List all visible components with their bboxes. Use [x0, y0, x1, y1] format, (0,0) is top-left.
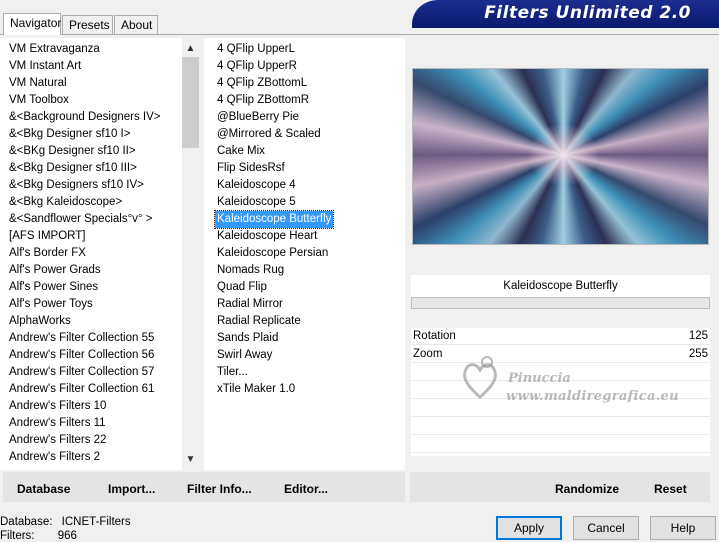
category-item[interactable]: [AFS IMPORT]: [0, 228, 85, 245]
help-button[interactable]: Help: [650, 516, 716, 540]
param-row-empty: [411, 418, 710, 435]
category-item[interactable]: AlphaWorks: [0, 313, 71, 330]
right-button-bar: Randomize Reset: [410, 472, 710, 502]
status-filters-label: Filters:: [0, 530, 35, 542]
filter-item[interactable]: Kaleidoscope Persian: [208, 245, 328, 262]
scroll-down-icon[interactable]: ▼: [182, 451, 199, 468]
category-item[interactable]: Alf's Power Sines: [0, 279, 98, 296]
filter-info-button[interactable]: Filter Info...: [187, 482, 252, 496]
category-scrollbar[interactable]: ▲ ▼: [182, 38, 199, 470]
filter-item[interactable]: 4 QFlip ZBottomL: [208, 75, 307, 92]
filter-item[interactable]: Radial Replicate: [208, 313, 301, 330]
param-row-rotation[interactable]: Rotation 125: [411, 328, 710, 345]
category-item[interactable]: Andrew's Filter Collection 57: [0, 364, 154, 381]
filter-item[interactable]: Swirl Away: [208, 347, 272, 364]
category-item[interactable]: &<Bkg Designer sf10 I>: [0, 126, 130, 143]
category-item[interactable]: &<Bkg Designers sf10 IV>: [0, 177, 144, 194]
param-label: Rotation: [413, 330, 456, 342]
filter-item[interactable]: xTile Maker 1.0: [208, 381, 295, 398]
category-item[interactable]: &<Sandflower Specials°v° >: [0, 211, 152, 228]
status-filters: Filters: 966: [0, 530, 77, 542]
progress-bar: [411, 297, 710, 309]
tab-content-border: [0, 34, 719, 35]
scroll-up-icon[interactable]: ▲: [182, 40, 199, 57]
category-item[interactable]: &<Bkg Designer sf10 III>: [0, 160, 137, 177]
filter-list[interactable]: 4 QFlip UpperL 4 QFlip UpperR 4 QFlip ZB…: [204, 38, 405, 470]
database-button[interactable]: Database: [17, 482, 70, 496]
apply-button[interactable]: Apply: [496, 516, 562, 540]
status-database: Database: ICNET-Filters: [0, 516, 131, 528]
category-item[interactable]: &<BKg Designer sf10 II>: [0, 143, 136, 160]
filter-item[interactable]: 4 QFlip ZBottomR: [208, 92, 309, 109]
reset-button[interactable]: Reset: [654, 482, 687, 496]
filter-item[interactable]: @Mirrored & Scaled: [208, 126, 321, 143]
watermark-heart-icon: [463, 356, 497, 399]
randomize-button[interactable]: Randomize: [555, 482, 619, 496]
category-item[interactable]: Andrew's Filters 11: [0, 415, 106, 432]
import-button[interactable]: Import...: [108, 482, 155, 496]
category-item[interactable]: VM Toolbox: [0, 92, 69, 109]
filter-item[interactable]: Flip SidesRsf: [208, 160, 285, 177]
category-item[interactable]: Andrew's Filter Collection 56: [0, 347, 154, 364]
category-item[interactable]: Andrew's Filter Collection 55: [0, 330, 154, 347]
filter-item[interactable]: Nomads Rug: [208, 262, 284, 279]
status-filters-value: 966: [57, 530, 77, 542]
category-item[interactable]: Andrew's Filters 10: [0, 398, 106, 415]
category-item[interactable]: &<Background Designers IV>: [0, 109, 161, 126]
filter-item[interactable]: 4 QFlip UpperL: [208, 41, 295, 58]
param-label: Zoom: [413, 348, 443, 360]
scrollbar-thumb[interactable]: [182, 57, 199, 148]
filter-item[interactable]: Quad Flip: [208, 279, 267, 296]
status-database-value: ICNET-Filters: [61, 516, 131, 528]
watermark-name: Pinuccia: [508, 371, 571, 386]
category-item-selected[interactable]: &<Bkg Kaleidoscope>: [0, 194, 122, 211]
editor-button[interactable]: Editor...: [284, 482, 328, 496]
watermark-url: www.maldiregrafica.eu: [506, 389, 679, 404]
filter-item[interactable]: Tiler...: [208, 364, 248, 381]
filter-name-label: Kaleidoscope Butterfly: [411, 275, 710, 297]
filter-preview-image: [412, 68, 709, 245]
filter-item[interactable]: Kaleidoscope Heart: [208, 228, 317, 245]
param-value: 125: [688, 330, 708, 342]
param-row-empty: [411, 436, 710, 453]
filters-unlimited-banner: Filters Unlimited 2.0: [412, 0, 719, 28]
tab-about[interactable]: About: [114, 15, 158, 34]
status-database-label: Database:: [0, 516, 53, 528]
left-button-bar: Database Import... Filter Info... Editor…: [3, 472, 405, 502]
watermark: Pinuccia www.maldiregrafica.eu: [460, 353, 700, 413]
category-item[interactable]: VM Natural: [0, 75, 67, 92]
filter-item[interactable]: Kaleidoscope 5: [208, 194, 296, 211]
tab-navigator[interactable]: Navigator: [3, 13, 61, 35]
category-item[interactable]: VM Instant Art: [0, 58, 81, 75]
banner-title: Filters Unlimited 2.0: [484, 3, 691, 23]
category-item[interactable]: VM Extravaganza: [0, 41, 100, 58]
category-item[interactable]: Alf's Power Grads: [0, 262, 101, 279]
tab-presets[interactable]: Presets: [62, 15, 113, 34]
category-item[interactable]: Andrew's Filters 2: [0, 449, 100, 466]
filter-item[interactable]: Kaleidoscope 4: [208, 177, 296, 194]
filter-item-selected[interactable]: Kaleidoscope Butterfly: [213, 210, 335, 229]
category-item[interactable]: Alf's Power Toys: [0, 296, 93, 313]
cancel-button[interactable]: Cancel: [573, 516, 639, 540]
filter-item[interactable]: Cake Mix: [208, 143, 265, 160]
filter-item[interactable]: Radial Mirror: [208, 296, 283, 313]
category-item[interactable]: Andrew's Filter Collection 61: [0, 381, 154, 398]
category-item[interactable]: Andrew's Filters 22: [0, 432, 106, 449]
filter-item[interactable]: 4 QFlip UpperR: [208, 58, 297, 75]
filter-item[interactable]: @BlueBerry Pie: [208, 109, 299, 126]
category-list[interactable]: VM Extravaganza VM Instant Art VM Natura…: [0, 38, 182, 470]
filter-item[interactable]: Sands Plaid: [208, 330, 278, 347]
category-item[interactable]: Alf's Border FX: [0, 245, 86, 262]
